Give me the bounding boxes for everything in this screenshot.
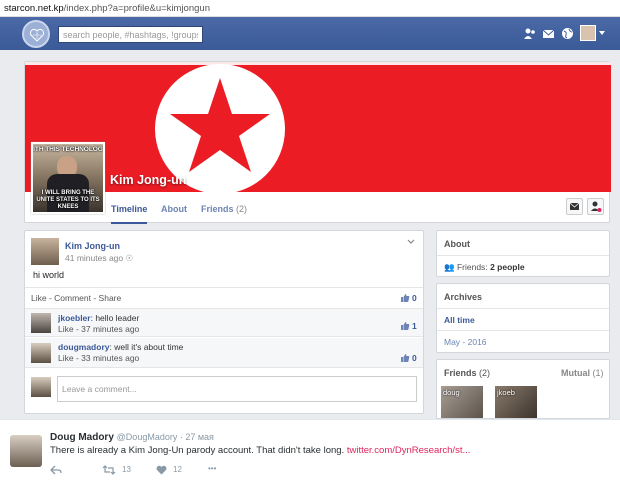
address-bar[interactable]: starcon.net.kp/index.php?a=profile&u=kim… xyxy=(0,0,620,17)
about-friends-value: 2 people xyxy=(490,262,525,272)
tweet-text: There is already a Kim Jong-Un parody ac… xyxy=(50,445,470,456)
thumbs-up-icon[interactable] xyxy=(400,321,410,331)
meme-caption-bottom: I WILL BRING THE UNITE STATES TO ITS KNE… xyxy=(36,190,100,210)
post-actions-bar: Like - Comment - Share 0 xyxy=(25,287,423,309)
message-button[interactable] xyxy=(566,198,583,215)
divider xyxy=(437,308,609,309)
heart-logo-icon xyxy=(29,28,45,42)
tab-timeline-label: Timeline xyxy=(111,204,148,214)
tab-timeline[interactable]: Timeline xyxy=(111,202,148,224)
site-header xyxy=(0,17,620,50)
comment-avatar[interactable] xyxy=(31,343,51,363)
tab-friends-count: (2) xyxy=(236,204,248,214)
post-time-text: 41 minutes ago xyxy=(65,253,124,263)
archives-card: Archives All time May - 2016 xyxy=(436,283,610,353)
friend-thumb-name: doug xyxy=(443,388,460,397)
current-user-avatar xyxy=(31,377,51,397)
divider xyxy=(437,255,609,256)
timeline-post: Kim Jong-un 41 minutes ago ☉ hi world Li… xyxy=(24,230,424,414)
profile-header: Kim Jong-un ITH THIS TECHNOLOG I WILL BR… xyxy=(24,61,611,224)
post-text: hi world xyxy=(33,270,65,280)
friends-title-count: (2) xyxy=(479,368,491,378)
mutual-label: Mutual xyxy=(561,368,590,378)
post-author[interactable]: Kim Jong-un xyxy=(65,241,120,251)
comment-meta[interactable]: Like - 37 minutes ago xyxy=(58,324,139,334)
comment-meta[interactable]: Like - 33 minutes ago xyxy=(58,353,139,363)
comment-body: : hello leader xyxy=(90,313,140,323)
url-host: starcon.net.kp xyxy=(4,3,64,14)
globe-icon[interactable] xyxy=(561,27,574,40)
tweet: Doug Madory @DougMadory · 27 мая There i… xyxy=(0,419,620,489)
divider xyxy=(437,330,609,331)
tweet-avatar[interactable] xyxy=(10,435,42,467)
like-count: 12 xyxy=(173,465,182,474)
profile-name: Kim Jong-un xyxy=(110,173,187,187)
friend-thumb-name: jkoeb xyxy=(497,388,515,397)
post-like-count: 0 xyxy=(412,293,417,303)
about-friends-row: 👥 Friends: 2 people xyxy=(444,262,525,273)
tweet-handle: @DougMadory · 27 мая xyxy=(116,432,214,442)
comment-text: dougmadory: well it's about time xyxy=(58,342,183,352)
post-actions[interactable]: Like - Comment - Share xyxy=(31,293,121,303)
comment-input[interactable] xyxy=(57,376,417,402)
friends-small-icon: 👥 xyxy=(444,262,455,272)
user-remove-icon xyxy=(591,201,602,212)
comment-like-count: 0 xyxy=(412,353,417,363)
post-time: 41 minutes ago ☉ xyxy=(65,253,133,264)
site-logo[interactable] xyxy=(22,20,50,48)
comment-text: jkoebler: hello leader xyxy=(58,313,139,323)
heart-icon[interactable] xyxy=(156,465,167,475)
tab-friends[interactable]: Friends (2) xyxy=(201,202,247,224)
about-title: About xyxy=(444,239,470,249)
url-path: /index.php?a=profile&u=kimjongun xyxy=(63,3,210,14)
tab-about[interactable]: About xyxy=(161,202,187,224)
chevron-down-icon[interactable] xyxy=(599,31,605,35)
comment-body: : well it's about time xyxy=(109,342,184,352)
reply-icon[interactable] xyxy=(50,465,62,475)
archive-all-time[interactable]: All time xyxy=(444,315,475,325)
comment-like-count: 1 xyxy=(412,321,417,331)
retweet-icon[interactable] xyxy=(102,465,116,475)
globe-privacy-icon: ☉ xyxy=(125,253,134,263)
archives-title: Archives xyxy=(444,292,483,302)
about-friends-label: Friends: xyxy=(456,262,488,272)
profile-picture[interactable]: ITH THIS TECHNOLOG I WILL BRING THE UNIT… xyxy=(31,142,105,214)
more-icon[interactable]: ••• xyxy=(208,464,216,473)
comment-item: dougmadory: well it's about time Like - … xyxy=(25,338,423,368)
tab-friends-label: Friends xyxy=(201,204,234,214)
retweet-count: 13 xyxy=(122,465,131,474)
post-author-avatar[interactable] xyxy=(31,238,59,265)
mutual-tab[interactable]: Mutual (1) xyxy=(561,368,604,378)
archive-month[interactable]: May - 2016 xyxy=(444,337,487,347)
envelope-icon xyxy=(569,202,580,210)
tweet-author[interactable]: Doug Madory @DougMadory · 27 мая xyxy=(50,432,214,443)
friend-thumb[interactable]: doug xyxy=(441,386,483,418)
friend-thumb[interactable]: jkoeb xyxy=(495,386,537,418)
meme-caption-top: ITH THIS TECHNOLOG xyxy=(33,146,103,153)
chevron-down-icon[interactable] xyxy=(407,238,415,246)
search-input[interactable] xyxy=(58,26,203,43)
profile-picture-image: ITH THIS TECHNOLOG I WILL BRING THE UNIT… xyxy=(33,144,103,212)
thumbs-up-icon[interactable] xyxy=(400,293,410,303)
thumbs-up-icon[interactable] xyxy=(400,353,410,363)
cover-stripe xyxy=(25,62,611,65)
tab-about-label: About xyxy=(161,204,187,214)
tweet-body: There is already a Kim Jong-Un parody ac… xyxy=(50,445,347,456)
messages-icon[interactable] xyxy=(542,27,555,40)
mutual-count: (1) xyxy=(592,368,604,378)
friends-icon[interactable] xyxy=(523,27,536,40)
about-card: About 👥 Friends: 2 people xyxy=(436,230,610,277)
tweet-author-name: Doug Madory xyxy=(50,432,114,443)
comment-user[interactable]: jkoebler xyxy=(58,313,91,323)
comment-avatar[interactable] xyxy=(31,313,51,333)
friends-card: Friends (2) Mutual (1) doug jkoeb xyxy=(436,359,610,419)
comment-user[interactable]: dougmadory xyxy=(58,342,109,352)
user-avatar[interactable] xyxy=(580,25,596,41)
tweet-link[interactable]: twitter.com/DynResearch/st... xyxy=(347,445,471,456)
remove-friend-button[interactable] xyxy=(587,198,604,215)
friends-title-label: Friends xyxy=(444,368,477,378)
comment-item: jkoebler: hello leader Like - 37 minutes… xyxy=(25,309,423,337)
friends-title[interactable]: Friends (2) xyxy=(444,368,490,378)
tweet-actions: 13 12 ••• xyxy=(50,464,250,476)
